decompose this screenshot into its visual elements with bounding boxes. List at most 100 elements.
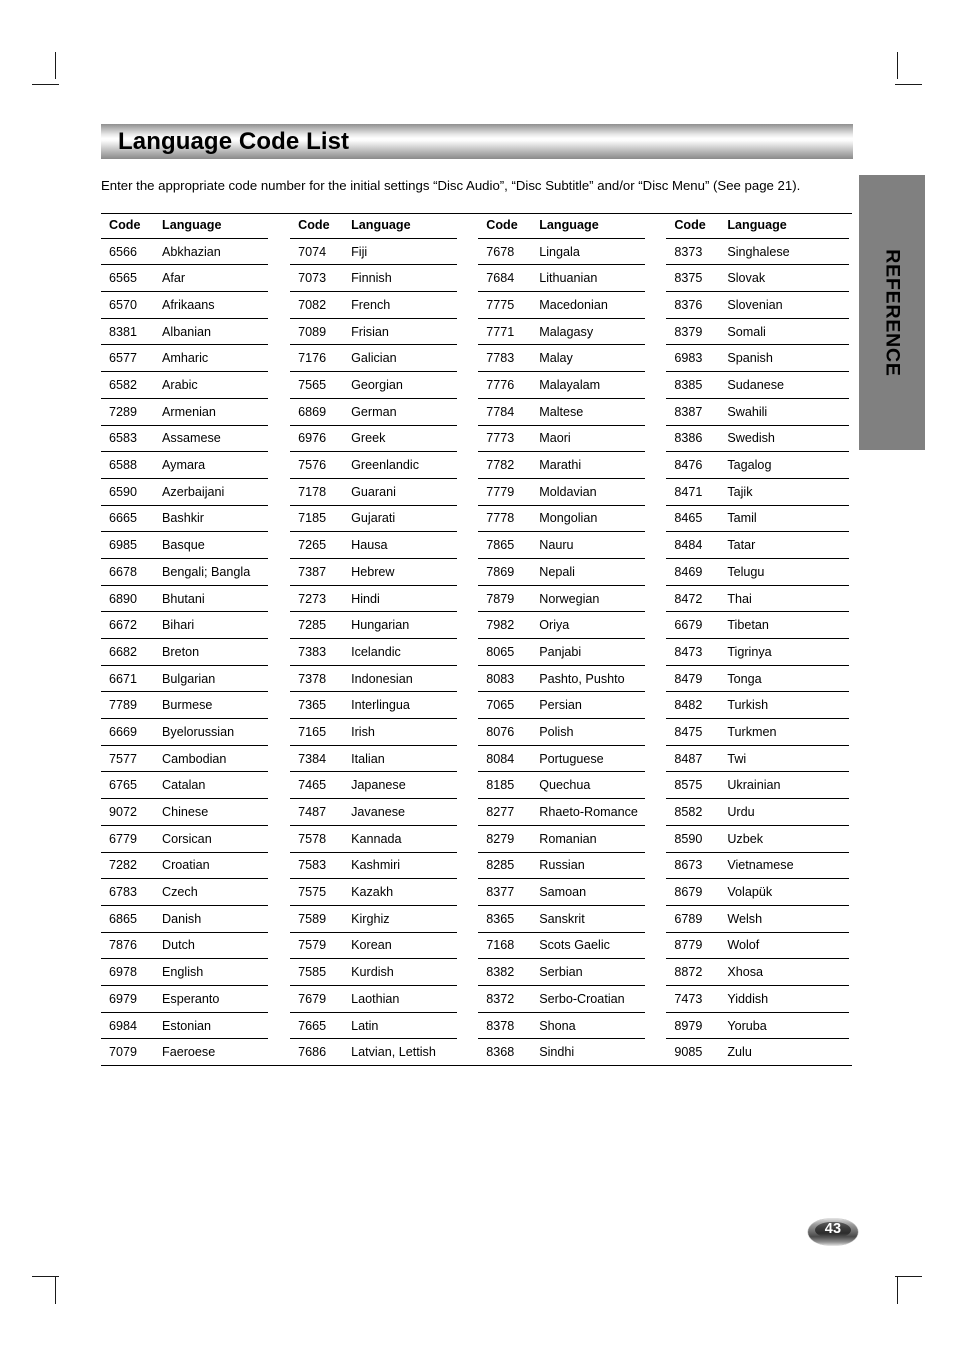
cell-code: 7285 [290,611,351,640]
language-column-1: Code Language 6566 Abkhazian 6565 Afar 6570 A… [101,213,289,1065]
table-row: 6588 Aymara [101,451,269,479]
cell-code: 8872 [666,958,727,986]
cell-code: 8285 [478,852,539,880]
cell-language: Hebrew [350,558,458,586]
table-row: 8679 Volapük [666,878,849,906]
cell-language: Serbo-Croatian [538,985,646,1013]
language-table-4: Code Language 8373 Singhalese 8375 Slovak 83… [666,213,849,1065]
cell-code: 8084 [478,745,539,773]
cell-code: 8381 [101,318,161,346]
cell-language: Hindi [350,585,458,613]
cell-language: Georgian [350,371,458,399]
cell-language: Sudanese [726,371,849,399]
cell-language: Welsh [726,905,849,933]
cell-language: Assamese [161,425,269,453]
cell-code: 7665 [290,1012,351,1040]
table-row: 6984 Estonian [101,1012,269,1040]
cell-code: 8277 [478,798,539,826]
table-row: 8465 Tamil [666,505,849,533]
table-row: 6590 Azerbaijani [101,478,269,506]
cell-code: 6565 [101,264,161,293]
table-row: 6869 German [290,398,458,426]
cell-code: 7684 [478,264,539,293]
cell-language: Tagalog [726,451,849,479]
cell-language: Croatian [161,852,269,880]
table-row: 7383 Icelandic [290,638,458,666]
table-row: 8484 Tatar [666,531,849,559]
cell-language: Gujarati [350,505,458,533]
table-row: 8472 Thai [666,585,849,613]
crop-mark-bottom-left-horizontal [32,1276,59,1277]
cell-code: 8065 [478,638,539,666]
cell-language: Sindhi [539,1045,575,1060]
cell-language: Swahili [726,398,849,426]
table-row: 8083 Pashto, Pushto [478,665,646,693]
table-row: 7585 Kurdish [290,958,458,986]
cell-language: Uzbek [726,825,849,853]
cell-language: Marathi [538,451,646,479]
table-row: 7789 Burmese [101,691,269,720]
cell-language: Norwegian [538,585,646,613]
table-row: 8372 Serbo-Croatian [478,985,646,1013]
table-row: 8476 Tagalog [666,451,849,479]
table-row: 7684 Lithuanian [478,264,646,293]
cell-language: Cambodian [161,745,269,773]
cell-code: 6869 [290,398,351,426]
table-row: 6570 Afrikaans [101,291,269,319]
table-row: 8471 Tajik [666,478,849,506]
cell-language: Bengali; Bangla [161,558,269,586]
cell-code: 7082 [290,291,351,319]
cell-language: Abkhazian [161,238,269,266]
cell-language: Afrikaans [161,291,269,319]
table-row: 6672 Bihari [101,611,269,640]
table-row: 8385 Sudanese [666,371,849,399]
table-row: 7775 Macedonian [478,291,646,319]
cell-code: 7679 [290,985,351,1013]
cell-language: Kirghiz [350,905,458,933]
cell-code: 6577 [101,344,161,373]
table-row: 6678 Bengali; Bangla [101,558,269,586]
cell-language: Azerbaijani [161,478,269,506]
table-body-3: 7678 Lingala 7684 Lithuanian 7775 Macedonian 7… [478,238,646,1065]
crop-mark-bottom-right-horizontal [895,1276,922,1277]
cell-code: 8373 [666,238,727,266]
cell-language: Mongolian [538,505,646,533]
cell-code: 7678 [478,238,539,266]
page-number-badge: 43 [808,1219,858,1245]
table-row: 6890 Bhutani [101,585,269,613]
table-row: 7771 Malagasy [478,318,646,346]
cell-code: 7879 [478,585,539,613]
cell-code: 6682 [101,638,161,666]
cell-code: 8279 [478,825,539,853]
table-row: 8279 Romanian [478,825,646,853]
cell-code: 8575 [666,771,727,800]
cell-code: 9085 [674,1045,703,1060]
table-row: 6978 English [101,958,269,986]
cell-language: Russian [538,852,646,880]
table-body-2: 7074 Fiji 7073 Finnish 7082 French 7089 Frisian… [290,238,458,1065]
table-body-1: 6566 Abkhazian 6565 Afar 6570 Afrikaans 8381 Al… [101,238,269,1065]
cell-code: 6679 [666,611,727,640]
table-row: 7176 Galician [290,344,458,373]
cell-language: Romanian [538,825,646,853]
cell-language: Tatar [726,531,849,559]
cell-language: Maltese [538,398,646,426]
cell-language: Korean [350,932,458,960]
table-row: 7178 Guarani [290,478,458,506]
table-row: 9072 Chinese [101,798,269,826]
cell-language: Spanish [726,344,849,373]
cell-code: 6985 [101,531,161,559]
table-row: 8185 Quechua [478,771,646,800]
cell-language: Afar [161,264,269,293]
document-page: REFERENCE Language Code List Enter the a… [0,0,954,1351]
cell-code: 6583 [101,425,161,453]
table-header-row: Code Language [478,213,646,239]
cell-code: 7165 [290,718,351,746]
cell-language: Bihari [161,611,269,640]
cell-language: Macedonian [538,291,646,319]
cell-code: 8365 [478,905,539,933]
cell-code: 8473 [666,638,727,666]
column-header-code: Code [478,213,539,239]
cell-code: 8376 [666,291,727,319]
table-header-row: Code Language [666,213,849,239]
